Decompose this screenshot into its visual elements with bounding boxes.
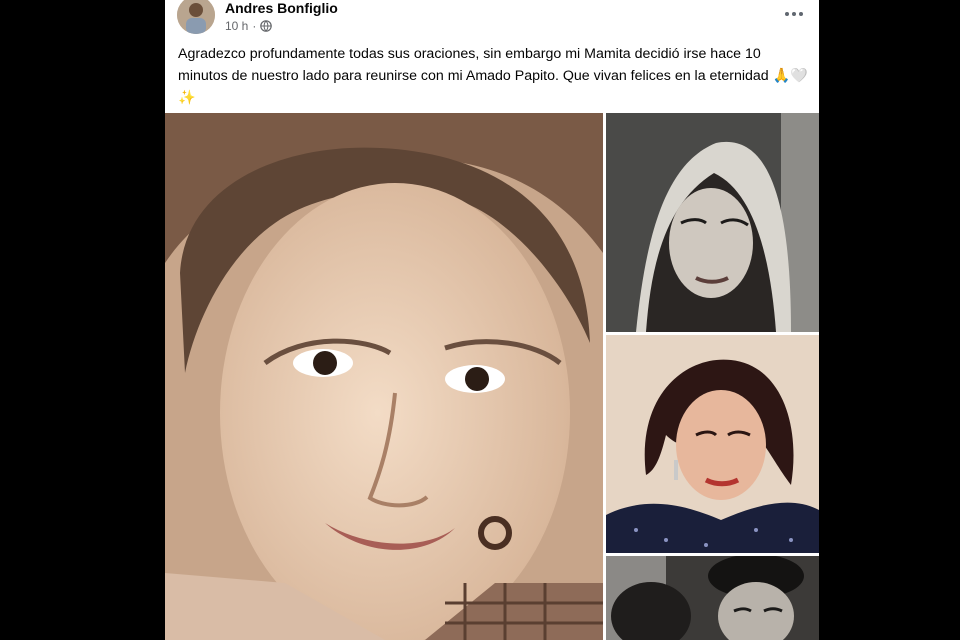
facebook-post-card: Andres Bonfiglio 10 h · Agradezco profun… bbox=[165, 0, 819, 640]
photo-portrait-color[interactable] bbox=[606, 335, 819, 553]
photo-gallery bbox=[165, 113, 819, 640]
photo-couple[interactable] bbox=[606, 556, 819, 640]
more-horizontal-icon[interactable] bbox=[783, 6, 805, 22]
photo-main[interactable] bbox=[165, 113, 603, 640]
meta-separator: · bbox=[252, 19, 257, 33]
post-meta: 10 h · bbox=[225, 19, 273, 33]
globe-icon bbox=[260, 20, 273, 32]
author-avatar[interactable] bbox=[177, 0, 215, 34]
author-name[interactable]: Andres Bonfiglio bbox=[225, 0, 338, 16]
post-caption: Agradezco profundamente todas sus oracio… bbox=[178, 46, 808, 106]
photo-headscarf[interactable] bbox=[606, 113, 819, 332]
post-time[interactable]: 10 h bbox=[225, 19, 248, 33]
post-header: Andres Bonfiglio 10 h · bbox=[165, 0, 819, 40]
